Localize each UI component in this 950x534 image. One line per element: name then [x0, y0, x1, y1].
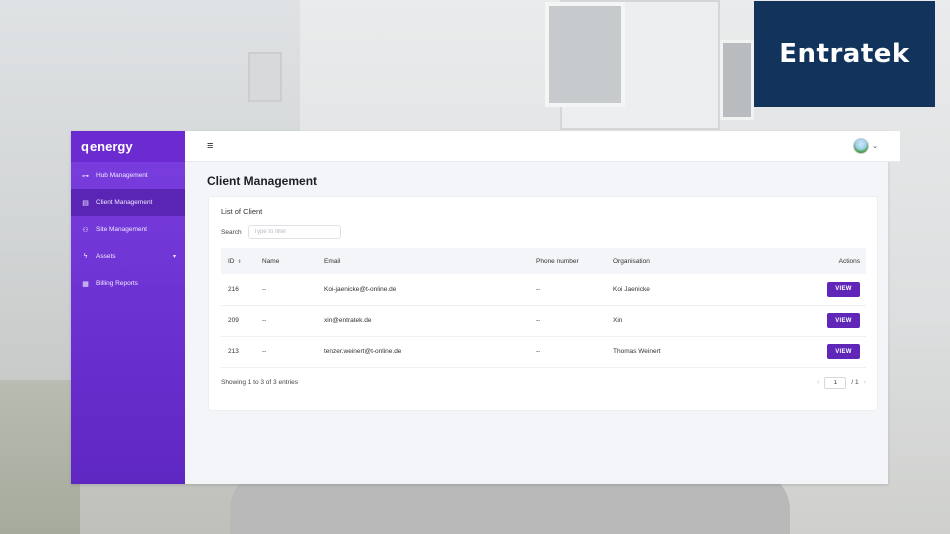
hub-icon: ⊶ — [82, 172, 89, 180]
app-logo-text: energy — [89, 139, 133, 154]
client-list-card: List of Client Search ID⬍ Name Email Pho… — [208, 196, 878, 411]
page-total: / 1 — [851, 379, 859, 386]
user-menu[interactable]: ⌄ — [853, 138, 878, 154]
view-button[interactable]: VIEW — [827, 281, 860, 297]
background-window — [720, 40, 754, 120]
cell-organisation: Thomas Weinert — [606, 336, 776, 368]
column-header-email: Email — [324, 257, 341, 265]
cell-actions: VIEW — [776, 305, 866, 337]
cell-organisation: Koi Jaenicke — [606, 274, 776, 306]
sidebar-nav: ⊶ Hub Management ▤ Client Management ⚇ S… — [71, 162, 185, 297]
column-header-name: Name — [262, 257, 280, 265]
sidebar-item-label: Assets — [96, 253, 116, 260]
chevron-right-icon[interactable]: › — [864, 379, 866, 386]
sidebar-item-client-management[interactable]: ▤ Client Management — [71, 189, 185, 216]
cell-name: -- — [255, 305, 317, 337]
cell-actions: VIEW — [776, 274, 866, 306]
avatar[interactable] — [853, 138, 870, 154]
background-chimney — [248, 52, 282, 102]
cell-email: Koi-jaenicke@t-online.de — [317, 274, 529, 306]
table-row: 216 -- Koi-jaenicke@t-online.de -- Koi J… — [221, 274, 866, 306]
cell-id: 213 — [221, 336, 255, 368]
pagination: ‹ / 1 › — [817, 376, 866, 389]
site-icon: ⚇ — [82, 226, 89, 234]
app-window: q energy ⊶ Hub Management ▤ Client Manag… — [71, 131, 900, 484]
brand-logo: Entratek — [754, 1, 935, 107]
chevron-down-icon: ▾ — [172, 254, 176, 260]
sidebar-item-label: Site Management — [96, 226, 147, 233]
sidebar-item-label: Client Management — [96, 199, 153, 206]
cell-phone: -- — [529, 274, 606, 306]
view-button[interactable]: VIEW — [827, 344, 860, 359]
search-row: Search — [221, 225, 865, 239]
entries-info: Showing 1 to 3 of 3 entries — [221, 379, 298, 386]
report-icon: ▦ — [82, 280, 89, 288]
column-header-id[interactable]: ID ⬍ — [221, 248, 255, 274]
sort-icon[interactable]: ⬍ — [238, 259, 242, 265]
topbar: ≡ ⌄ — [185, 131, 900, 162]
sidebar-item-label: Billing Reports — [96, 280, 138, 287]
sidebar-item-label: Hub Management — [96, 172, 148, 179]
page-title: Client Management — [207, 174, 318, 188]
search-label: Search — [221, 228, 242, 236]
view-button[interactable]: VIEW — [827, 313, 860, 328]
column-header-actions: Actions — [838, 257, 860, 265]
column-header-organisation: Organisation — [613, 257, 650, 265]
cell-id: 216 — [221, 274, 255, 306]
app-logo-mark: q — [81, 139, 89, 154]
table-footer: Showing 1 to 3 of 3 entries ‹ / 1 › — [221, 376, 866, 389]
cell-phone: -- — [529, 336, 606, 368]
sidebar-item-billing-reports[interactable]: ▦ Billing Reports — [71, 270, 185, 297]
background-grass — [0, 380, 80, 534]
search-input[interactable] — [247, 225, 341, 239]
cell-email: tenzer.weinert@t-online.de — [317, 336, 529, 368]
chevron-down-icon[interactable]: ⌄ — [872, 142, 878, 150]
sidebar: q energy ⊶ Hub Management ▤ Client Manag… — [71, 131, 185, 484]
bolt-icon: ϟ — [83, 253, 88, 260]
page-content: Client Management List of Client Search … — [185, 162, 900, 411]
cell-email: xin@entratek.de — [317, 305, 529, 337]
sidebar-item-assets[interactable]: ϟ Assets ▾ — [71, 243, 185, 270]
app-logo[interactable]: q energy — [71, 131, 185, 162]
column-header-phone: Phone number — [536, 257, 579, 265]
main-area: ≡ ⌄ Client Management List of Client Sea… — [185, 131, 900, 484]
sidebar-item-hub-management[interactable]: ⊶ Hub Management — [71, 162, 185, 189]
cell-organisation: Xin — [606, 305, 776, 337]
page-number-input[interactable] — [824, 376, 847, 389]
background-window — [545, 2, 625, 107]
sidebar-item-site-management[interactable]: ⚇ Site Management — [71, 216, 185, 243]
table-header-row: ID ⬍ Name Email Phone number Organisation… — [221, 248, 866, 274]
cell-name: -- — [255, 274, 317, 306]
client-table: ID ⬍ Name Email Phone number Organisation… — [221, 248, 866, 368]
brand-logo-text: Entratek — [779, 39, 910, 69]
chevron-left-icon[interactable]: ‹ — [817, 379, 819, 386]
client-icon: ▤ — [82, 199, 89, 207]
table-row: 213 -- tenzer.weinert@t-online.de -- Tho… — [221, 336, 866, 368]
cell-actions: VIEW — [776, 336, 866, 368]
cell-phone: -- — [529, 305, 606, 337]
cell-id: 209 — [221, 305, 255, 337]
cell-name: -- — [255, 336, 317, 368]
hamburger-icon[interactable]: ≡ — [207, 140, 213, 152]
table-row: 209 -- xin@entratek.de -- Xin VIEW — [221, 305, 866, 337]
card-title: List of Client — [221, 207, 263, 216]
